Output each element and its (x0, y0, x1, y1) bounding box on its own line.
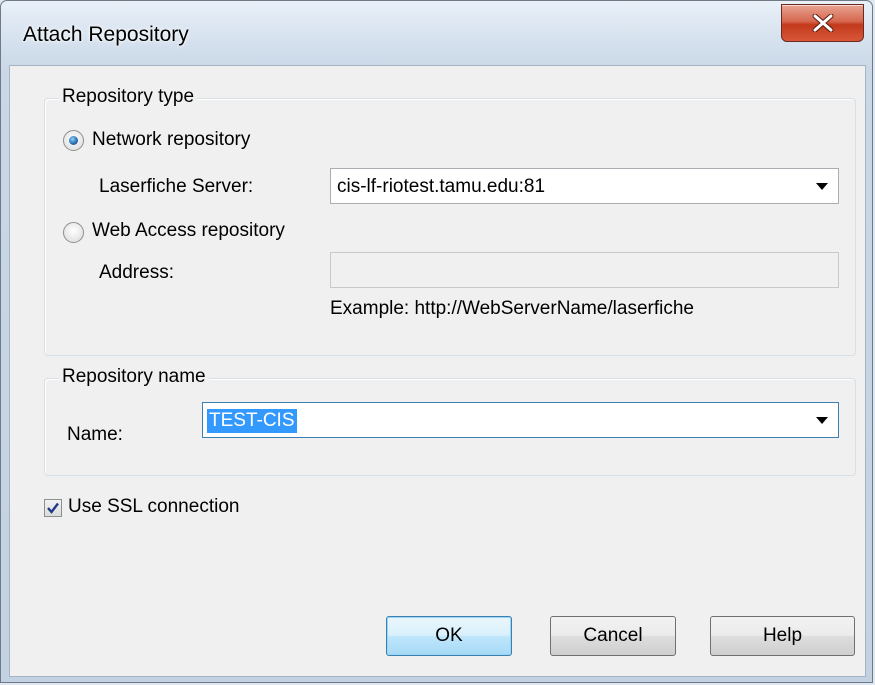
laserfiche-server-label: Laserfiche Server: (99, 176, 254, 197)
name-label: Name: (67, 424, 123, 445)
repository-name-combo[interactable]: TEST-CIS (202, 402, 839, 438)
repository-name-group: Repository name Name: TEST-CIS (44, 367, 856, 476)
close-button[interactable] (781, 4, 864, 42)
laserfiche-server-value: cis-lf-riotest.tamu.edu:81 (337, 176, 546, 197)
example-text: Example: http://WebServerName/laserfiche (330, 298, 694, 319)
ssl-checkbox[interactable] (44, 499, 62, 517)
chevron-down-icon[interactable] (816, 417, 828, 424)
address-input (330, 252, 839, 288)
check-icon (47, 502, 59, 514)
repository-name-value[interactable]: TEST-CIS (207, 409, 297, 433)
ssl-label[interactable]: Use SSL connection (68, 496, 239, 518)
cancel-button[interactable]: Cancel (550, 616, 676, 656)
laserfiche-server-combo[interactable]: cis-lf-riotest.tamu.edu:81 (330, 168, 839, 204)
ok-button[interactable]: OK (386, 616, 512, 656)
repository-type-group: Repository type Network repository Laser… (44, 87, 856, 356)
dialog-window: Attach Repository Repository type Networ… (0, 0, 873, 683)
repository-name-legend: Repository name (59, 367, 209, 387)
repository-type-legend: Repository type (59, 87, 198, 107)
address-label: Address: (99, 262, 174, 283)
window-title: Attach Repository (23, 23, 189, 46)
help-button[interactable]: Help (710, 616, 855, 656)
close-icon (812, 14, 834, 32)
web-access-repository-radio[interactable] (63, 222, 84, 243)
network-repository-radio[interactable] (63, 130, 84, 151)
dialog-client-area: Repository type Network repository Laser… (9, 65, 866, 677)
web-access-repository-label[interactable]: Web Access repository (92, 220, 285, 242)
network-repository-label[interactable]: Network repository (92, 129, 250, 151)
chevron-down-icon[interactable] (816, 183, 828, 190)
